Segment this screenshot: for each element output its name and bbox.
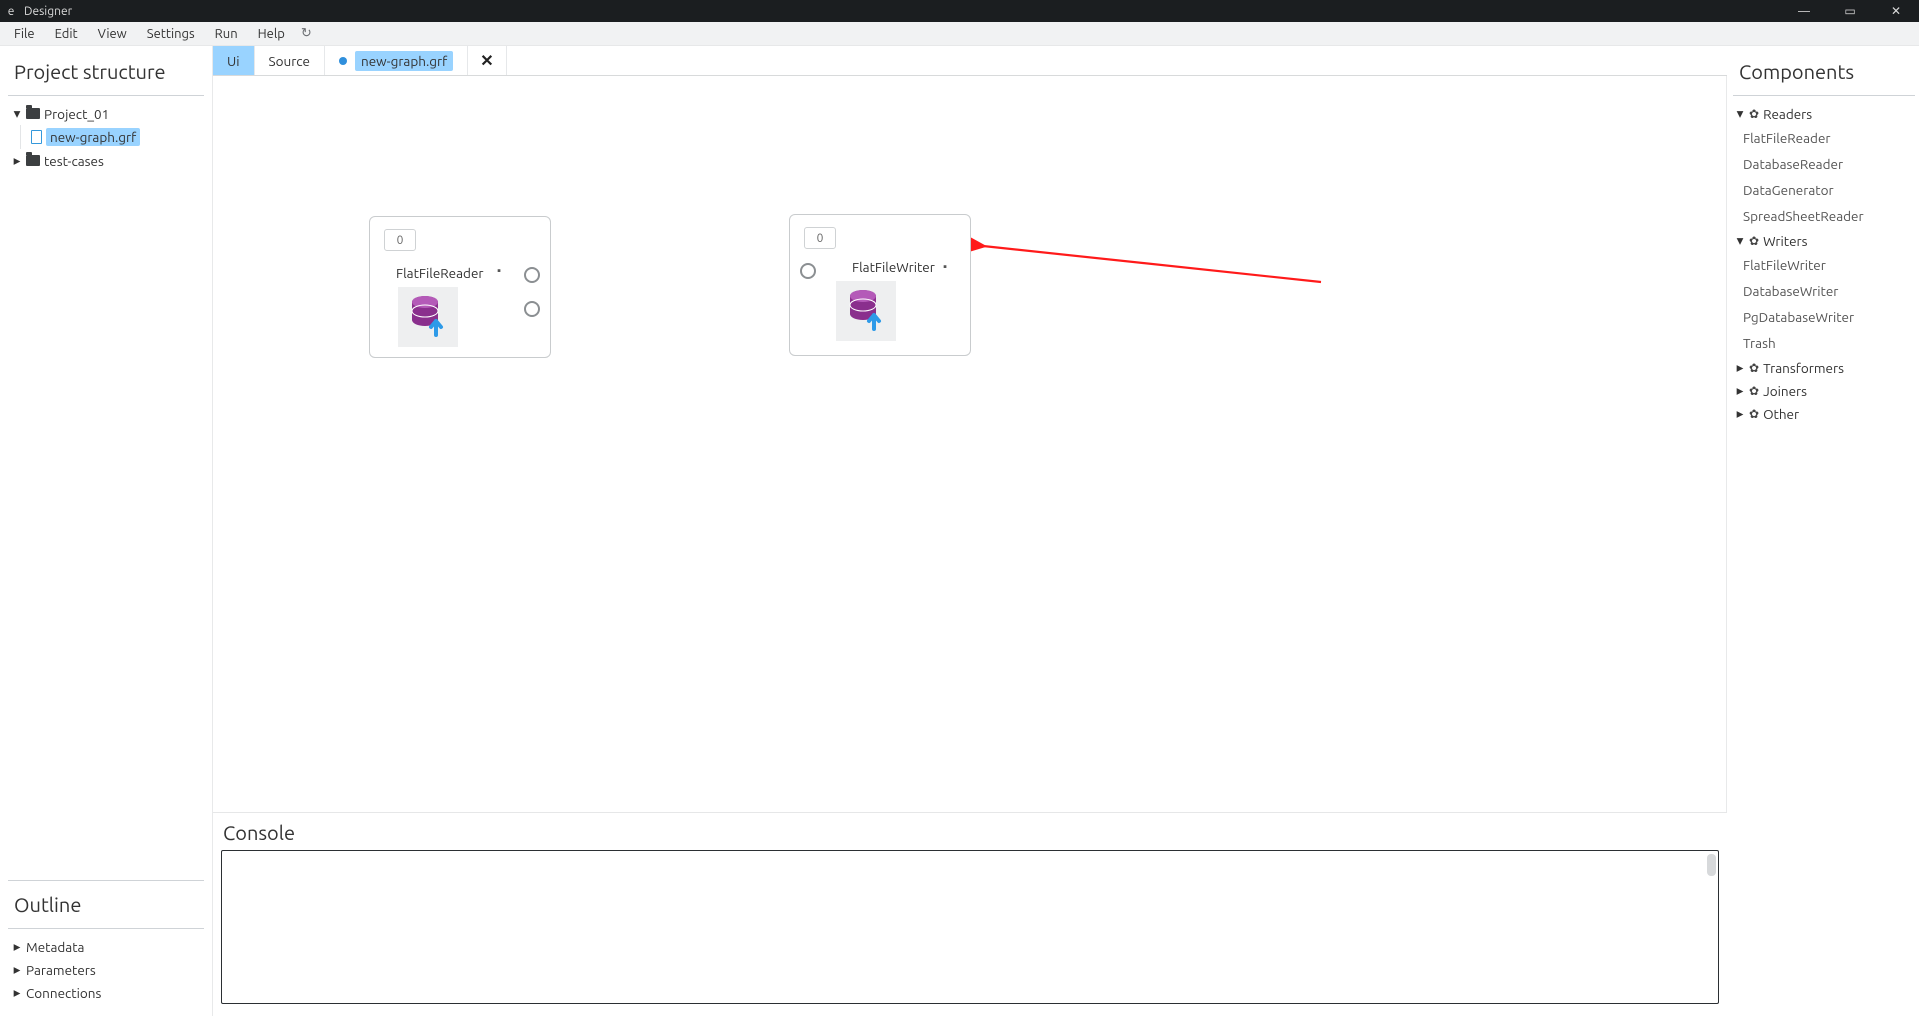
node-title: FlatFileReader	[396, 265, 484, 281]
tab-close-button[interactable]: ✕	[468, 46, 506, 75]
input-port-0[interactable]	[800, 263, 816, 279]
divider	[8, 880, 204, 881]
caret-down-icon: ▾	[1735, 105, 1745, 122]
caret-right-icon: ▸	[1735, 382, 1745, 399]
folder-label: test-cases	[44, 153, 104, 169]
gear-icon: ✿	[1749, 384, 1759, 398]
outline-title: Outline	[8, 887, 204, 926]
menu-edit[interactable]: Edit	[45, 25, 88, 43]
component-flatfilereader[interactable]: FlatFileReader	[1743, 125, 1915, 151]
window-title: Designer	[22, 5, 1781, 18]
menu-bar: File Edit View Settings Run Help ↻	[0, 22, 1919, 46]
component-datagenerator[interactable]: DataGenerator	[1743, 177, 1915, 203]
gear-icon: ✿	[1749, 361, 1759, 375]
group-label: Joiners	[1763, 383, 1807, 399]
group-label: Writers	[1763, 233, 1807, 249]
database-up-icon	[836, 281, 896, 341]
group-writers[interactable]: ▾ ✿ Writers	[1733, 229, 1915, 252]
tab-strip: Ui Source new-graph.grf ✕	[213, 46, 1727, 76]
node-title: FlatFileWriter	[852, 259, 935, 275]
folder-icon	[26, 108, 40, 119]
tab-source[interactable]: Source	[255, 46, 325, 75]
group-joiners[interactable]: ▸ ✿ Joiners	[1733, 379, 1915, 402]
menu-help[interactable]: Help	[248, 25, 295, 43]
node-phase-badge: 0	[384, 229, 416, 251]
component-flatfilewriter[interactable]: FlatFileWriter	[1743, 252, 1915, 278]
node-flatfilewriter[interactable]: 0 FlatFileWriter ▪	[789, 214, 971, 356]
outline-item-label: Parameters	[26, 962, 96, 978]
folder-icon	[26, 155, 40, 166]
tab-file[interactable]: new-graph.grf	[325, 46, 468, 75]
modified-dot-icon	[339, 57, 347, 65]
group-label: Readers	[1763, 106, 1812, 122]
node-flatfilereader[interactable]: 0 FlatFileReader ▪	[369, 216, 551, 358]
caret-right-icon: ▸	[12, 984, 22, 1001]
components-title: Components	[1733, 54, 1915, 93]
project-root-label: Project_01	[44, 106, 109, 122]
titlebar: e Designer — ▭ ✕	[0, 0, 1919, 22]
output-port-0[interactable]	[524, 267, 540, 283]
editor-area: Ui Source new-graph.grf ✕ 0 FlatFileRead…	[212, 46, 1727, 1016]
group-transformers[interactable]: ▸ ✿ Transformers	[1733, 356, 1915, 379]
app-icon: e	[0, 5, 22, 18]
console-title: Console	[221, 821, 1719, 850]
component-databasereader[interactable]: DatabaseReader	[1743, 151, 1915, 177]
project-structure-title: Project structure	[8, 54, 204, 93]
graph-canvas[interactable]: 0 FlatFileReader ▪ 0 Fl	[213, 76, 1727, 812]
caret-right-icon: ▸	[12, 152, 22, 169]
project-folder-testcases[interactable]: ▸ test-cases	[8, 149, 204, 172]
menu-run[interactable]: Run	[205, 25, 248, 43]
divider	[8, 928, 204, 929]
output-port-1[interactable]	[524, 301, 540, 317]
caret-right-icon: ▸	[1735, 405, 1745, 422]
refresh-icon[interactable]: ↻	[301, 26, 312, 41]
minimize-button[interactable]: —	[1781, 5, 1827, 18]
components-panel: Components ▾ ✿ Readers FlatFileReader Da…	[1727, 46, 1919, 1016]
caret-right-icon: ▸	[12, 938, 22, 955]
group-label: Other	[1763, 406, 1799, 422]
gear-icon: ✿	[1749, 107, 1759, 121]
component-databasewriter[interactable]: DatabaseWriter	[1743, 278, 1915, 304]
group-other[interactable]: ▸ ✿ Other	[1733, 402, 1915, 425]
divider	[8, 95, 204, 96]
project-root[interactable]: ▾ Project_01	[8, 102, 204, 125]
component-spreadsheetreader[interactable]: SpreadSheetReader	[1743, 203, 1915, 229]
outline-metadata[interactable]: ▸ Metadata	[8, 935, 204, 958]
outline-parameters[interactable]: ▸ Parameters	[8, 958, 204, 981]
project-file-label: new-graph.grf	[46, 128, 140, 146]
caret-down-icon: ▾	[12, 105, 22, 122]
outline-item-label: Metadata	[26, 939, 84, 955]
project-file[interactable]: new-graph.grf	[27, 125, 204, 149]
outline-item-label: Connections	[26, 985, 101, 1001]
menu-settings[interactable]: Settings	[137, 25, 205, 43]
caret-down-icon: ▾	[1735, 232, 1745, 249]
menu-file[interactable]: File	[4, 25, 45, 43]
node-menu-icon[interactable]: ▪	[943, 261, 948, 273]
maximize-button[interactable]: ▭	[1827, 4, 1873, 18]
outline-connections[interactable]: ▸ Connections	[8, 981, 204, 1004]
tab-ui[interactable]: Ui	[213, 46, 255, 75]
left-panel: Project structure ▾ Project_01 new-graph…	[0, 46, 212, 1016]
gear-icon: ✿	[1749, 407, 1759, 421]
scrollbar-thumb[interactable]	[1707, 854, 1716, 876]
annotation-arrow	[971, 234, 1331, 294]
console-panel: Console	[213, 812, 1727, 1016]
file-icon	[31, 130, 42, 144]
caret-right-icon: ▸	[1735, 359, 1745, 376]
tab-file-label: new-graph.grf	[355, 51, 453, 71]
close-window-button[interactable]: ✕	[1873, 4, 1919, 18]
node-menu-icon[interactable]: ▪	[497, 265, 502, 277]
node-phase-badge: 0	[804, 227, 836, 249]
group-readers[interactable]: ▾ ✿ Readers	[1733, 102, 1915, 125]
divider	[1733, 95, 1915, 96]
component-pgdatabasewriter[interactable]: PgDatabaseWriter	[1743, 304, 1915, 330]
gear-icon: ✿	[1749, 234, 1759, 248]
menu-view[interactable]: View	[88, 25, 137, 43]
console-output[interactable]	[221, 850, 1719, 1004]
database-up-icon	[398, 287, 458, 347]
group-label: Transformers	[1763, 360, 1844, 376]
component-trash[interactable]: Trash	[1743, 330, 1915, 356]
caret-right-icon: ▸	[12, 961, 22, 978]
